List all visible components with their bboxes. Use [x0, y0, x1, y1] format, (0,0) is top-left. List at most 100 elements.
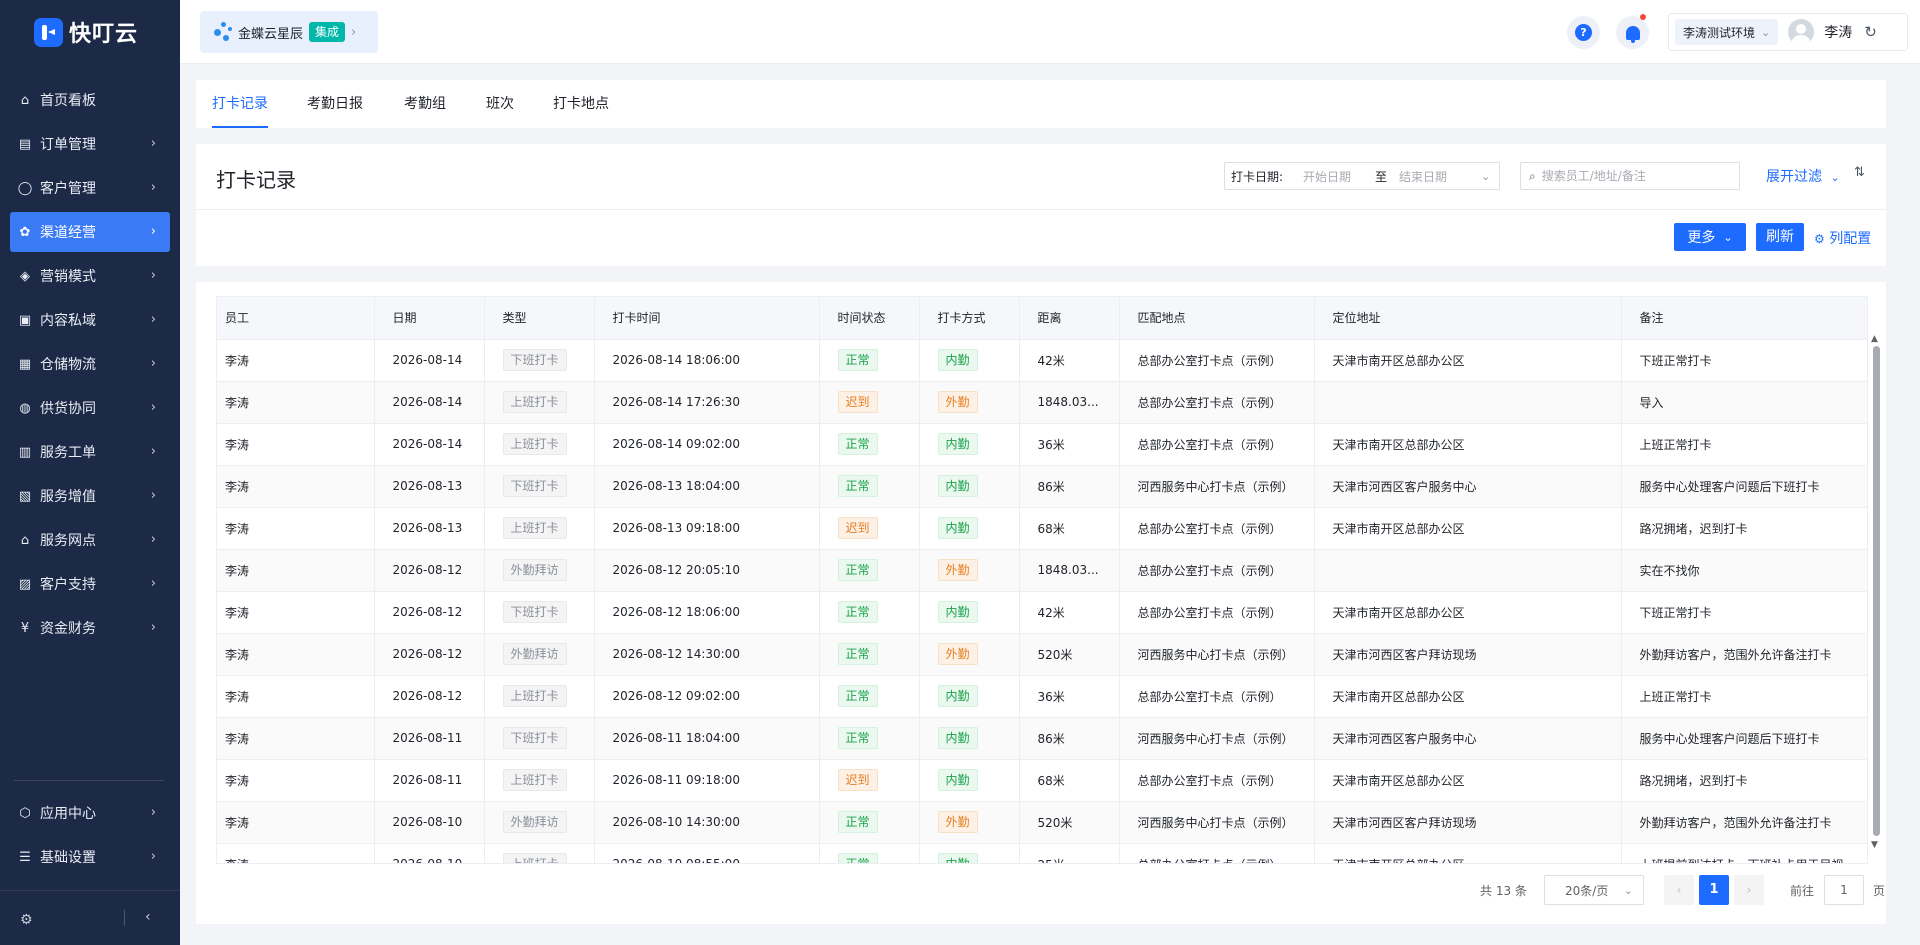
table-row[interactable]: 李涛 2026-08-11 下班打卡 2026-08-11 18:04:00 正常 内勤 8… [217, 717, 1867, 760]
table-cell: 2026-08-12 [374, 633, 485, 676]
sidebar-item-label: 客户支持 [40, 577, 96, 593]
sidebar-item-settings-list[interactable]: ☰ 基础设置 › [10, 837, 170, 877]
sidebar-item-home[interactable]: ⌂ 首页看板 [10, 80, 170, 120]
status-badge: 正常 [837, 475, 878, 497]
table-row[interactable]: 李涛 2026-08-14 上班打卡 2026-08-14 09:02:00 正常 内勤 3… [217, 423, 1867, 466]
sidebar-item-cube[interactable]: ⬡ 应用中心 › [10, 793, 170, 833]
prev-page-button[interactable]: ‹ [1664, 875, 1694, 905]
yen-icon: ¥ [20, 620, 30, 636]
user-name[interactable]: 李涛 [1824, 22, 1852, 42]
avatar[interactable] [1788, 19, 1815, 45]
table-cell: 天津市南开区总部办公区 [1314, 843, 1622, 863]
help-button[interactable]: ? [1567, 16, 1600, 49]
column-config-button[interactable]: ⚙ 列配置 [1814, 228, 1871, 248]
gear-icon[interactable]: ⚙ [20, 912, 33, 928]
table-scrollbar[interactable]: ▲ ▼ [1871, 334, 1881, 854]
expand-filter-button[interactable]: 展开过滤 ⌄ [1766, 166, 1840, 186]
sidebar-item-tag[interactable]: ◈ 营销模式 › [10, 256, 170, 296]
table-row[interactable]: 李涛 2026-08-13 上班打卡 2026-08-13 09:18:00 迟到 内勤 6… [217, 507, 1867, 550]
goto-page-input[interactable] [1824, 875, 1864, 905]
page-number-current[interactable]: 1 [1699, 875, 1729, 905]
sidebar-item-user[interactable]: ◯ 客户管理 › [10, 168, 170, 208]
sidebar-item-store[interactable]: ⌂ 服务网点 › [10, 520, 170, 560]
environment-label: 李涛测试环境 [1683, 25, 1756, 40]
tab-4[interactable]: 班次 [486, 80, 514, 128]
sidebar-item-clipboard[interactable]: ▤ 订单管理 › [10, 124, 170, 164]
sidebar-item-support[interactable]: ▨ 客户支持 › [10, 564, 170, 604]
sidebar-item-yen[interactable]: ¥ 资金财务 › [10, 608, 170, 648]
bell-icon [1625, 25, 1640, 43]
column-header[interactable]: 日期 [374, 297, 485, 340]
table-row[interactable]: 李涛 2026-08-14 上班打卡 2026-08-14 17:26:30 迟到 外勤 1… [217, 381, 1867, 424]
date-range-picker[interactable]: 打卡日期: 开始日期 至 结束日期 ⌄ [1224, 162, 1500, 190]
table-row[interactable]: 李涛 2026-08-12 上班打卡 2026-08-12 09:02:00 正常 内勤 3… [217, 675, 1867, 718]
column-header[interactable]: 时间状态 [819, 297, 920, 340]
sort-icon[interactable]: ⇅ [1854, 165, 1865, 180]
table-row[interactable]: 李涛 2026-08-14 下班打卡 2026-08-14 18:06:00 正常 内勤 4… [217, 339, 1867, 382]
tab-5[interactable]: 打卡地点 [553, 80, 609, 128]
table-cell: 李涛 [217, 507, 375, 550]
table-cell: 正常 [819, 675, 920, 718]
table-row[interactable]: 李涛 2026-08-10 外勤拜访 2026-08-10 14:30:00 正常 外勤 5… [217, 801, 1867, 844]
page-size-select[interactable]: 20条/页 ⌄ [1544, 875, 1644, 905]
table-cell: 李涛 [217, 675, 375, 718]
sidebar-item-image[interactable]: ▣ 内容私域 › [10, 300, 170, 340]
reload-icon[interactable]: ↻ [1864, 23, 1877, 41]
collapse-sidebar-icon[interactable]: ‹ [145, 909, 151, 925]
notification-button[interactable] [1616, 14, 1649, 49]
toolbar-card: 打卡记录 打卡日期: 开始日期 至 结束日期 ⌄ ⌕ 展开过滤 ⌄ ⇅ 更多 ⌄… [196, 144, 1886, 266]
status-badge: 正常 [837, 727, 878, 749]
search-input[interactable] [1541, 169, 1722, 183]
table-row[interactable]: 李涛 2026-08-11 上班打卡 2026-08-11 09:18:00 迟到 内勤 6… [217, 759, 1867, 802]
column-header[interactable]: 打卡时间 [594, 297, 820, 340]
table-cell: 正常 [819, 801, 920, 844]
end-date-input[interactable]: 结束日期 [1393, 168, 1481, 185]
start-date-input[interactable]: 开始日期 [1297, 168, 1369, 185]
table-cell: 25米 [1019, 843, 1120, 863]
tab-1[interactable]: 打卡记录 [212, 80, 268, 128]
tab-3[interactable]: 考勤组 [404, 80, 446, 128]
scroll-up-icon[interactable]: ▲ [1871, 334, 1878, 344]
table-cell: 2026-08-12 09:02:00 [594, 675, 820, 718]
sidebar-item-warehouse[interactable]: ▦ 仓储物流 › [10, 344, 170, 384]
app-logo[interactable]: 快叮云 [34, 16, 138, 48]
table-row[interactable]: 李涛2026-08-10 上班打卡 2026-08-10 08:55:00 正常 内勤 2… [217, 843, 1867, 863]
type-tag: 上班打卡 [502, 433, 567, 455]
table-row[interactable]: 李涛 2026-08-12 外勤拜访 2026-08-12 14:30:00 正常 外勤 5… [217, 633, 1867, 676]
next-page-button[interactable]: › [1734, 875, 1764, 905]
integration-brand-button[interactable]: 金蝶云星辰 集成 › [200, 11, 378, 53]
refresh-button[interactable]: 刷新 [1756, 223, 1804, 251]
table-cell: 内勤 [919, 423, 1020, 466]
environment-select[interactable]: 李涛测试环境 ⌄ [1675, 19, 1779, 45]
method-badge: 内勤 [937, 727, 978, 749]
table-cell: 下班打卡 [484, 339, 595, 382]
scroll-down-icon[interactable]: ▼ [1871, 840, 1878, 850]
column-header[interactable]: 备注 [1621, 297, 1867, 340]
column-header[interactable]: 打卡方式 [919, 297, 1020, 340]
column-header[interactable]: 类型 [484, 297, 595, 340]
scrollbar-thumb[interactable] [1873, 346, 1880, 836]
table-cell: 2026-08-14 [374, 339, 485, 382]
table-cell: 36米 [1019, 675, 1120, 718]
sidebar-item-bag[interactable]: ▧ 服务增值 › [10, 476, 170, 516]
sidebar-item-supply[interactable]: ◍ 供货协同 › [10, 388, 170, 428]
column-header[interactable]: 员工 [217, 297, 375, 340]
more-button[interactable]: 更多 ⌄ [1674, 223, 1746, 251]
tab-2[interactable]: 考勤日报 [307, 80, 363, 128]
sidebar-item-channel[interactable]: ✿ 渠道经营 › [10, 212, 170, 252]
table-row[interactable]: 李涛 2026-08-13 下班打卡 2026-08-13 18:04:00 正常 内勤 8… [217, 465, 1867, 508]
user-icon: ◯ [17, 180, 33, 196]
page-title: 打卡记录 [216, 168, 296, 192]
table-cell: 520米 [1019, 633, 1120, 676]
table-cell: 外勤拜访 [484, 801, 595, 844]
type-tag: 下班打卡 [502, 349, 567, 371]
table-row[interactable]: 李涛 2026-08-12 外勤拜访 2026-08-12 20:05:10 正常 外勤 1… [217, 549, 1867, 592]
table-cell: 下班正常打卡 [1621, 591, 1867, 634]
column-header[interactable]: 定位地址 [1314, 297, 1622, 340]
user-area: 李涛测试环境 ⌄ 李涛 ↻ [1668, 13, 1908, 51]
column-header[interactable]: 距离 [1019, 297, 1120, 340]
column-header[interactable]: 匹配地点 [1119, 297, 1315, 340]
table-row[interactable]: 李涛 2026-08-12 下班打卡 2026-08-12 18:06:00 正常 内勤 4… [217, 591, 1867, 634]
sidebar-item-ticket[interactable]: ▥ 服务工单 › [10, 432, 170, 472]
brand-name: 金蝶云星辰 [238, 26, 304, 42]
